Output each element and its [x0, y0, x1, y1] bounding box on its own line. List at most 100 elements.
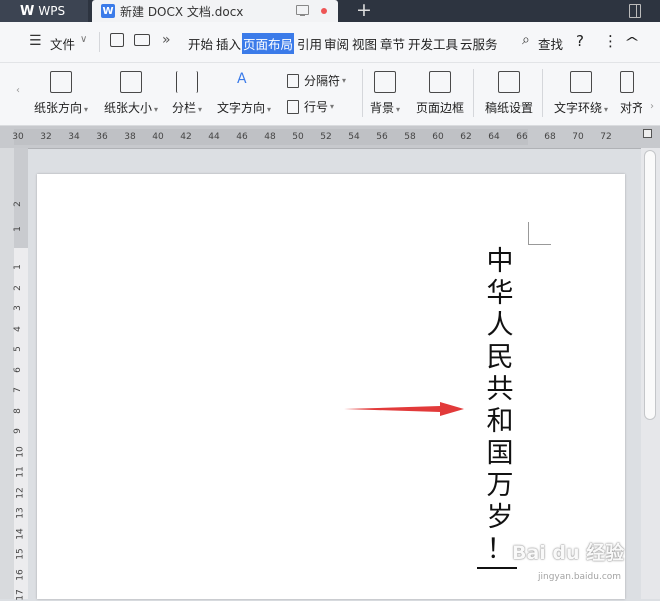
document-text-char: 岁 — [486, 502, 514, 533]
ruler-tick-label: 34 — [68, 132, 80, 142]
vertical-ruler-tick-label: 15 — [15, 548, 26, 560]
print-icon[interactable] — [134, 34, 150, 46]
vertical-ruler-tick-label: 9 — [12, 428, 23, 434]
document-text-char: 人 — [486, 310, 514, 341]
page-border-icon — [429, 71, 451, 93]
background-button[interactable]: 背景 ▾ — [370, 71, 400, 116]
ruler-tick-label: 70 — [572, 132, 584, 142]
vertical-ruler-tick-label: 1 — [12, 264, 23, 270]
baidu-watermark-url: jingyan.baidu.com — [538, 572, 622, 582]
tab-developer[interactable]: 开发工具 — [408, 34, 458, 53]
text-wrap-icon — [570, 71, 593, 93]
document-text-char: ！ — [486, 534, 514, 565]
align-icon — [620, 71, 634, 93]
vertical-ruler-tick-label: 7 — [12, 387, 23, 393]
new-tab-plus-icon[interactable]: + — [356, 0, 372, 21]
ruler-tick-label: 30 — [12, 132, 24, 142]
separator-icon — [287, 73, 299, 88]
ruler-tick-label: 42 — [180, 132, 192, 142]
tab-insert[interactable]: 插入 — [216, 34, 241, 53]
wps-logo-icon: W — [20, 3, 34, 19]
document-text-char: 国 — [486, 438, 514, 469]
ruler-tick-label: 38 — [124, 132, 136, 142]
vertical-ruler-tick-label: 10 — [15, 445, 26, 458]
text-wrap-label: 文字环绕 — [554, 101, 603, 115]
ruler-tick-label: 44 — [208, 132, 220, 142]
menu-bar: ☰ 文件 ∨ » 开始 插入 页面布局 引用 审阅 视图 章节 开发工具 云服务… — [0, 22, 660, 63]
document-text-char: 中 — [486, 246, 514, 277]
window-layout-icon[interactable] — [629, 4, 641, 18]
ruler-tick-label: 40 — [152, 132, 164, 142]
ruler-tick-label: 54 — [348, 132, 360, 142]
tab-chapter[interactable]: 章节 — [380, 34, 405, 53]
help-icon[interactable]: ? — [576, 32, 584, 50]
align-button[interactable]: 对齐 — [620, 71, 642, 116]
tab-page-layout[interactable]: 页面布局 — [242, 33, 295, 54]
tab-review[interactable]: 审阅 — [324, 34, 349, 53]
vertical-ruler-tick-label: 4 — [12, 325, 23, 332]
ruler-tick-label: 52 — [320, 132, 332, 142]
monitor-icon[interactable] — [296, 5, 309, 16]
chevron-down-icon[interactable]: ∨ — [80, 34, 87, 45]
tab-view[interactable]: 视图 — [352, 34, 377, 53]
text-underline — [477, 567, 517, 569]
ruler-tick-label: 46 — [236, 132, 248, 142]
ribbon-scroll-left-icon[interactable]: ‹ — [16, 85, 20, 96]
vertical-ruler-tick-label: 2 — [12, 201, 23, 207]
manuscript-settings-button[interactable]: 稿纸设置 — [485, 71, 533, 116]
vertical-ruler-tick-label: 11 — [15, 466, 26, 478]
vertical-ruler-tick-label: 6 — [12, 366, 23, 373]
text-direction-icon: A — [237, 71, 247, 87]
text-wrap-button[interactable]: 文字环绕 ▾ — [554, 71, 608, 116]
ruler-tick-label: 62 — [460, 132, 472, 142]
text-direction-label: 文字方向 — [217, 101, 266, 115]
unsaved-indicator-icon — [321, 8, 327, 14]
scrollbar-thumb[interactable] — [644, 150, 656, 420]
vertical-ruler-tick-label: 5 — [12, 346, 23, 352]
ruler-tick-label: 64 — [488, 132, 500, 142]
text-direction-button[interactable]: A 文字方向 ▾ — [217, 71, 271, 116]
document-text-char: 民 — [486, 342, 514, 373]
search-button[interactable]: 查找 — [538, 34, 563, 53]
baidu-watermark: Bai du 经验 — [512, 542, 625, 564]
page-border-label: 页面边框 — [416, 101, 465, 115]
ruler-toggle-icon[interactable] — [643, 129, 652, 138]
ribbon-scroll-right-icon[interactable]: › — [650, 101, 654, 112]
line-numbers-button[interactable]: 行号 ▾ — [287, 98, 334, 115]
paper-size-button[interactable]: 纸张大小 ▾ — [104, 71, 158, 116]
ruler-tick-label: 48 — [264, 132, 276, 142]
columns-button[interactable]: 分栏 ▾ — [172, 71, 202, 116]
paper-size-label: 纸张大小 — [104, 101, 153, 115]
collapse-ribbon-icon[interactable]: ^ — [624, 35, 640, 49]
background-label: 背景 — [370, 101, 395, 115]
hamburger-icon[interactable]: ☰ — [29, 33, 42, 49]
file-menu[interactable]: 文件 — [50, 34, 75, 53]
tab-start[interactable]: 开始 — [188, 34, 213, 53]
margin-corner-mark — [528, 222, 529, 245]
save-icon[interactable] — [110, 33, 124, 47]
paper-orientation-button[interactable]: 纸张方向 ▾ — [34, 71, 88, 116]
red-arrow-annotation — [344, 402, 464, 416]
tab-references[interactable]: 引用 — [297, 34, 322, 53]
document-text-char: 和 — [486, 406, 514, 437]
vertical-ruler-tick-label: 1 — [12, 226, 23, 232]
document-text-char: 华 — [486, 278, 514, 309]
document-page[interactable] — [37, 174, 625, 599]
separator-button[interactable]: 分隔符 ▾ — [287, 72, 346, 89]
vertical-ruler-tick-label: 2 — [12, 284, 23, 291]
vertical-ruler-tick-label: 14 — [15, 527, 26, 540]
wps-home-tab[interactable]: W WPS — [0, 0, 88, 22]
ribbon-toolbar: ‹ 纸张方向 ▾ 纸张大小 ▾ 分栏 ▾ A 文字方向 ▾ 分隔符 ▾ 行号 ▾ 背景 ▾ 页… — [0, 63, 660, 126]
manuscript-settings-label: 稿纸设置 — [485, 101, 534, 115]
tab-cloud-service[interactable]: 云服务 — [460, 34, 498, 53]
more-options-icon[interactable]: ⋮ — [603, 32, 618, 50]
vertical-ruler-tick-label: 16 — [15, 568, 26, 581]
vertical-ruler-tick-label: 13 — [15, 507, 26, 519]
ruler-tick-label: 58 — [404, 132, 416, 142]
search-icon[interactable]: ⌕ — [522, 32, 530, 48]
ruler-tick-label: 68 — [544, 132, 556, 142]
more-quick-access[interactable]: » — [162, 32, 171, 48]
page-border-button[interactable]: 页面边框 — [416, 71, 464, 116]
document-tab-title: 新建 DOCX 文档.docx — [120, 4, 244, 19]
ruler-tick-label: 66 — [516, 132, 528, 142]
